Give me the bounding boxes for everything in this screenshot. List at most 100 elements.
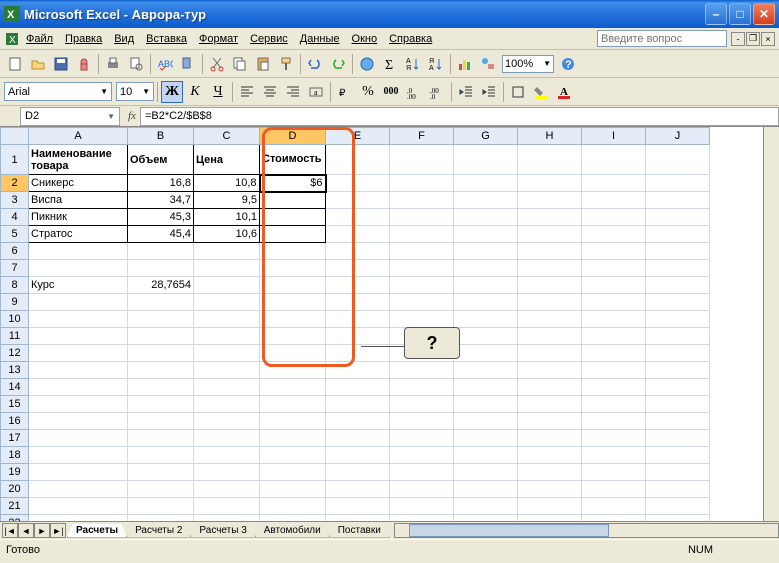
fill-color-button[interactable] [530, 81, 552, 103]
increase-decimal-button[interactable]: ,0,00 [403, 81, 425, 103]
research-button[interactable] [177, 53, 199, 75]
cell[interactable] [518, 226, 582, 243]
sheet-tab[interactable]: Поставки [329, 524, 390, 538]
cell[interactable] [29, 328, 128, 345]
cell[interactable] [390, 379, 454, 396]
chart-wizard-button[interactable] [454, 53, 476, 75]
cell[interactable] [128, 481, 194, 498]
cell[interactable]: Пикник [29, 209, 128, 226]
help-search[interactable] [597, 30, 727, 47]
cell[interactable] [260, 396, 326, 413]
merge-center-button[interactable]: a [305, 81, 327, 103]
maximize-button[interactable]: □ [729, 3, 751, 25]
col-header-I[interactable]: I [582, 128, 646, 145]
col-header-B[interactable]: B [128, 128, 194, 145]
cell[interactable] [582, 379, 646, 396]
font-size-combo[interactable]: 10▼ [116, 82, 154, 101]
cell[interactable] [194, 328, 260, 345]
sort-desc-button[interactable]: ЯА [425, 53, 447, 75]
cell[interactable] [518, 413, 582, 430]
cell[interactable] [326, 481, 390, 498]
cell[interactable]: Виспа [29, 192, 128, 209]
cell[interactable] [326, 226, 390, 243]
cell[interactable] [29, 447, 128, 464]
row-header[interactable]: 4 [1, 209, 29, 226]
cell[interactable] [326, 447, 390, 464]
cell[interactable] [646, 294, 710, 311]
name-box[interactable]: D2▼ [20, 107, 120, 126]
cell[interactable]: 10,6 [194, 226, 260, 243]
cell[interactable] [390, 481, 454, 498]
drawing-button[interactable] [477, 53, 499, 75]
italic-button[interactable]: К [184, 81, 206, 103]
row-header[interactable]: 7 [1, 260, 29, 277]
row-header[interactable]: 19 [1, 464, 29, 481]
cell[interactable] [390, 430, 454, 447]
cell[interactable] [194, 345, 260, 362]
currency-button[interactable]: ₽ [334, 81, 356, 103]
cell[interactable] [646, 413, 710, 430]
cell[interactable] [390, 396, 454, 413]
cell[interactable] [390, 294, 454, 311]
cell[interactable] [454, 464, 518, 481]
row-header[interactable]: 2 [1, 175, 29, 192]
cell[interactable] [194, 413, 260, 430]
cell[interactable] [128, 515, 194, 522]
sheet-tab-active[interactable]: Расчеты [67, 524, 127, 538]
font-color-button[interactable]: A [553, 81, 575, 103]
cell[interactable] [29, 515, 128, 522]
cell[interactable] [390, 447, 454, 464]
cell[interactable] [326, 209, 390, 226]
active-cell-D2[interactable]: $6 [260, 175, 326, 192]
print-button[interactable] [102, 53, 124, 75]
cell[interactable] [128, 379, 194, 396]
cell[interactable] [582, 277, 646, 294]
cell[interactable] [260, 277, 326, 294]
cell[interactable] [646, 226, 710, 243]
doc-icon[interactable]: X [4, 31, 20, 47]
cell[interactable]: 45,4 [128, 226, 194, 243]
cell[interactable] [518, 396, 582, 413]
spelling-button[interactable]: ABC [154, 53, 176, 75]
decrease-indent-button[interactable] [455, 81, 477, 103]
cell[interactable]: Сникерс [29, 175, 128, 192]
cell[interactable] [326, 175, 390, 192]
cell[interactable] [582, 481, 646, 498]
cell[interactable] [582, 464, 646, 481]
cell[interactable] [29, 243, 128, 260]
cell[interactable] [194, 311, 260, 328]
cell[interactable] [518, 294, 582, 311]
cell[interactable] [646, 260, 710, 277]
cell[interactable] [454, 328, 518, 345]
cell[interactable] [518, 277, 582, 294]
cell[interactable] [582, 362, 646, 379]
row-header[interactable]: 11 [1, 328, 29, 345]
cell[interactable] [390, 243, 454, 260]
cell[interactable] [454, 345, 518, 362]
cell[interactable] [128, 447, 194, 464]
col-header-D[interactable]: D [260, 128, 326, 145]
cell[interactable] [260, 447, 326, 464]
menu-window[interactable]: Окно [346, 31, 384, 47]
row-header[interactable]: 3 [1, 192, 29, 209]
cell[interactable] [582, 328, 646, 345]
cell[interactable] [390, 209, 454, 226]
cell[interactable] [454, 413, 518, 430]
cell[interactable] [29, 345, 128, 362]
cell[interactable] [194, 379, 260, 396]
cell[interactable] [194, 447, 260, 464]
cell[interactable] [646, 498, 710, 515]
increase-indent-button[interactable] [478, 81, 500, 103]
formula-input[interactable]: =B2*C2/$B$8 [140, 107, 779, 126]
cell[interactable] [518, 192, 582, 209]
cell[interactable] [390, 192, 454, 209]
sheet-tab[interactable]: Расчеты 3 [190, 524, 255, 538]
cell[interactable]: 10,8 [194, 175, 260, 192]
minimize-button[interactable]: – [705, 3, 727, 25]
cell[interactable] [260, 362, 326, 379]
cell[interactable] [518, 447, 582, 464]
tab-nav-last[interactable]: ►| [50, 523, 66, 538]
cell[interactable] [390, 362, 454, 379]
cell[interactable] [194, 481, 260, 498]
cell[interactable] [646, 277, 710, 294]
